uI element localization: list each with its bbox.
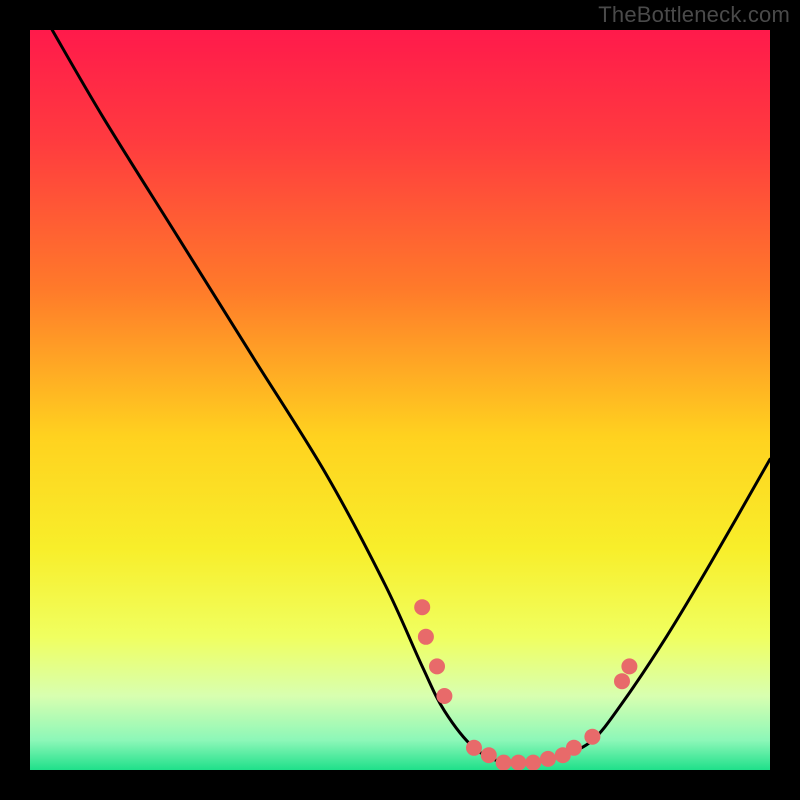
sample-point [566, 740, 582, 756]
bottleneck-chart [0, 0, 800, 800]
sample-point [481, 747, 497, 763]
sample-point [540, 751, 556, 767]
sample-point [525, 755, 541, 771]
sample-point [418, 629, 434, 645]
chart-frame: { "watermark": "TheBottleneck.com", "plo… [0, 0, 800, 800]
sample-point [510, 755, 526, 771]
sample-point [414, 599, 430, 615]
plot-background [30, 30, 770, 770]
sample-point [584, 729, 600, 745]
sample-point [496, 755, 512, 771]
sample-point [614, 673, 630, 689]
sample-point [429, 658, 445, 674]
sample-point [621, 658, 637, 674]
sample-point [466, 740, 482, 756]
sample-point [436, 688, 452, 704]
watermark-text: TheBottleneck.com [598, 2, 790, 28]
